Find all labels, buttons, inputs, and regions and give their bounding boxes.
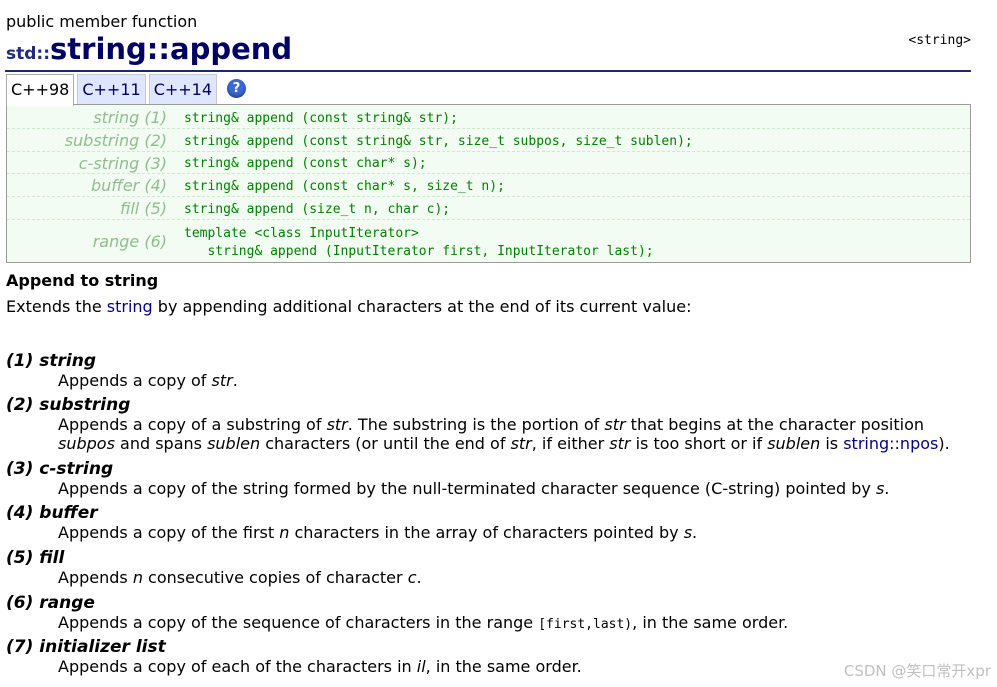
param-name: n bbox=[279, 523, 290, 542]
item-heading-buffer: (4) buffer bbox=[6, 503, 98, 523]
prototype-code: template <class InputIterator> string& a… bbox=[184, 226, 654, 259]
item-heading-range: (6) range bbox=[6, 593, 95, 613]
prototype-label: c-string (3) bbox=[78, 154, 167, 173]
title-class-link[interactable]: string bbox=[50, 32, 147, 66]
summary-text: Extends the string by appending addition… bbox=[6, 297, 691, 316]
item-description: Appends a copy of str. bbox=[58, 370, 238, 391]
text-run: is bbox=[820, 434, 844, 453]
text-run: . bbox=[884, 479, 890, 498]
title-separator: :: bbox=[146, 32, 170, 66]
param-name: sublen bbox=[207, 434, 261, 453]
prototype-code: string& append (const char* s); bbox=[184, 156, 427, 171]
standard-version-tabs: C++98 C++11 C++14? bbox=[6, 74, 247, 106]
inline-code: [first,last) bbox=[538, 617, 633, 632]
prototype-label: substring (2) bbox=[64, 131, 167, 150]
item-description: Appends a copy of the string formed by t… bbox=[58, 478, 889, 499]
text-run: ). bbox=[938, 434, 950, 453]
prototype-label: string (1) bbox=[93, 108, 167, 127]
text-run: that begins at the character position bbox=[625, 415, 924, 434]
member-kind-label: public member function bbox=[6, 12, 198, 31]
tab-cpp98[interactable]: C++98 bbox=[6, 74, 75, 106]
header-file-link[interactable]: <string> bbox=[908, 33, 971, 48]
string-link[interactable]: string bbox=[107, 297, 153, 316]
text-run: , in the same order. bbox=[632, 613, 789, 632]
text-run: . bbox=[232, 371, 238, 390]
prototype-row: substring (2) string& append (const stri… bbox=[7, 128, 970, 152]
prototype-row: buffer (4) string& append (const char* s… bbox=[7, 173, 970, 197]
item-description: Appends a copy of a substring of str. Th… bbox=[58, 414, 924, 435]
text-run: Appends a copy of bbox=[58, 371, 212, 390]
prototype-label: buffer (4) bbox=[90, 176, 167, 195]
text-run: . The substring is the portion of bbox=[347, 415, 605, 434]
prototype-label: fill (5) bbox=[120, 199, 167, 218]
prototype-row: string (1) string& append (const string&… bbox=[7, 105, 970, 129]
item-description: Appends a copy of each of the characters… bbox=[58, 656, 582, 677]
text-run: Appends a copy of a substring of bbox=[58, 415, 327, 434]
prototype-code: string& append (const string& str, size_… bbox=[184, 134, 693, 149]
npos-link[interactable]: string::npos bbox=[843, 434, 938, 453]
tab-cpp11[interactable]: C++11 bbox=[77, 74, 146, 104]
title-function: append bbox=[170, 32, 293, 66]
param-name: n bbox=[132, 568, 143, 587]
param-name: subpos bbox=[58, 434, 115, 453]
text-run: Appends a copy of the first bbox=[58, 523, 280, 542]
item-heading-initializer-list: (7) initializer list bbox=[6, 637, 166, 657]
param-name: il bbox=[416, 657, 426, 676]
item-heading-string: (1) string bbox=[6, 351, 97, 371]
prototype-row: fill (5) string& append (size_t n, char … bbox=[7, 196, 970, 220]
prototype-table: string (1) string& append (const string&… bbox=[6, 104, 971, 263]
text-run: Appends a copy of the string formed by t… bbox=[58, 479, 876, 498]
prototype-row: c-string (3) string& append (const char*… bbox=[7, 151, 970, 174]
watermark: CSDN @笑口常开xpr bbox=[843, 662, 991, 680]
summary-heading: Append to string bbox=[6, 271, 159, 290]
text-run: characters in the array of characters po… bbox=[289, 523, 684, 542]
param-name: str bbox=[510, 434, 532, 453]
text-run: and spans bbox=[114, 434, 208, 453]
prototype-code: string& append (const string& str); bbox=[184, 111, 458, 126]
item-description: Appends a copy of the first n characters… bbox=[58, 522, 697, 543]
summary-text-pre: Extends the bbox=[6, 297, 107, 316]
text-run: , if either bbox=[531, 434, 610, 453]
summary-text-post: by appending additional characters at th… bbox=[152, 297, 692, 316]
text-run: . bbox=[692, 523, 698, 542]
param-name: s bbox=[683, 523, 693, 542]
text-run: is too short or if bbox=[630, 434, 768, 453]
item-description: Appends a copy of the sequence of charac… bbox=[58, 612, 788, 635]
param-name: str bbox=[604, 415, 626, 434]
prototype-code: string& append (const char* s, size_t n)… bbox=[184, 179, 505, 194]
prototype-label: range (6) bbox=[92, 232, 167, 251]
text-run: . bbox=[416, 568, 422, 587]
item-heading-fill: (5) fill bbox=[6, 548, 65, 568]
text-run: Appends a copy of the sequence of charac… bbox=[58, 613, 539, 632]
param-name: str bbox=[609, 434, 631, 453]
text-run: characters (or until the end of bbox=[260, 434, 511, 453]
item-heading-c-string: (3) c-string bbox=[6, 459, 114, 479]
prototype-row: range (6) template <class InputIterator>… bbox=[7, 219, 970, 262]
item-description: Appends n consecutive copies of characte… bbox=[58, 567, 422, 588]
tab-cpp14[interactable]: C++14 bbox=[148, 74, 218, 104]
text-run: Appends bbox=[58, 568, 133, 587]
item-heading-substring: (2) substring bbox=[6, 395, 131, 415]
param-name: str bbox=[211, 371, 233, 390]
help-icon[interactable]: ? bbox=[227, 79, 247, 98]
page-title: std::string::append bbox=[6, 32, 292, 68]
item-description: subpos and spans sublen characters (or u… bbox=[58, 433, 950, 454]
title-divider bbox=[5, 70, 971, 72]
title-namespace[interactable]: std:: bbox=[6, 44, 50, 64]
text-run: , in the same order. bbox=[425, 657, 582, 676]
prototype-code: string& append (size_t n, char c); bbox=[184, 202, 451, 217]
param-name: str bbox=[326, 415, 348, 434]
text-run: consecutive copies of character bbox=[142, 568, 408, 587]
text-run: Appends a copy of each of the characters… bbox=[58, 657, 417, 676]
param-name: sublen bbox=[767, 434, 821, 453]
